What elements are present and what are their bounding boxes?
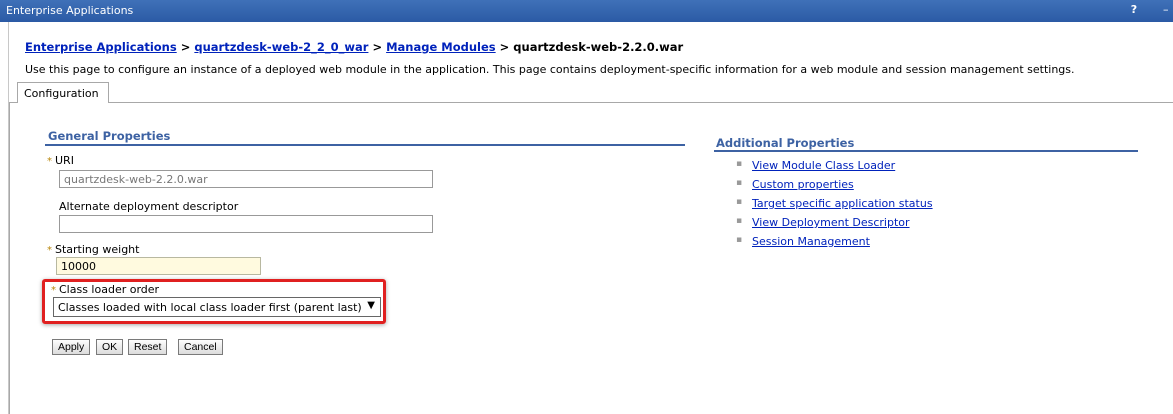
starting-weight-label: Starting weight bbox=[55, 243, 140, 256]
bullet-icon: ▪ bbox=[736, 197, 743, 207]
additional-properties-heading: Additional Properties bbox=[716, 136, 855, 150]
class-loader-selected-value: Classes loaded with local class loader f… bbox=[58, 301, 362, 314]
help-icon[interactable]: ? bbox=[1128, 3, 1140, 17]
window-title: Enterprise Applications bbox=[6, 4, 134, 17]
uri-label-row: * URI bbox=[47, 154, 74, 167]
breadcrumb-application[interactable]: quartzdesk-web-2_2_0_war bbox=[194, 40, 368, 54]
starting-weight-label-row: * Starting weight bbox=[47, 243, 139, 256]
bullet-icon: ▪ bbox=[736, 216, 743, 226]
uri-label: URI bbox=[55, 154, 74, 167]
class-loader-label-row: * Class loader order bbox=[51, 283, 159, 296]
link-view-module-class-loader[interactable]: View Module Class Loader bbox=[752, 159, 895, 172]
uri-field[interactable]: quartzdesk-web-2.2.0.war bbox=[59, 170, 433, 188]
apply-button[interactable]: Apply bbox=[52, 339, 91, 355]
required-icon: * bbox=[47, 156, 52, 167]
breadcrumb-enterprise-applications[interactable]: Enterprise Applications bbox=[25, 40, 177, 54]
tab-configuration[interactable]: Configuration bbox=[17, 82, 109, 103]
link-target-specific-application-status[interactable]: Target specific application status bbox=[752, 197, 933, 210]
breadcrumb-separator: > bbox=[176, 40, 195, 54]
dropdown-arrow-icon: ▼ bbox=[367, 300, 375, 311]
link-custom-properties[interactable]: Custom properties bbox=[752, 178, 854, 191]
bullet-icon: ▪ bbox=[736, 159, 743, 169]
ok-button[interactable]: OK bbox=[96, 339, 124, 355]
bullet-icon: ▪ bbox=[736, 178, 743, 188]
minimize-icon[interactable]: – bbox=[1163, 3, 1173, 17]
additional-properties-rule bbox=[714, 150, 1138, 152]
required-icon: * bbox=[47, 245, 52, 256]
title-bar: Enterprise Applications ? – bbox=[0, 0, 1173, 22]
link-view-deployment-descriptor[interactable]: View Deployment Descriptor bbox=[752, 216, 910, 229]
cancel-button[interactable]: Cancel bbox=[178, 339, 223, 355]
general-properties-rule bbox=[45, 144, 685, 146]
class-loader-select[interactable]: Classes loaded with local class loader f… bbox=[53, 297, 381, 317]
breadcrumb-separator: > bbox=[495, 40, 514, 54]
general-properties-heading: General Properties bbox=[48, 129, 171, 143]
required-icon: * bbox=[51, 285, 56, 296]
link-session-management[interactable]: Session Management bbox=[752, 235, 870, 248]
bullet-icon: ▪ bbox=[736, 235, 743, 245]
breadcrumb-current: quartzdesk-web-2.2.0.war bbox=[513, 40, 684, 54]
reset-button[interactable]: Reset bbox=[128, 339, 168, 355]
page-description: Use this page to configure an instance o… bbox=[25, 63, 1075, 76]
breadcrumb-separator: > bbox=[368, 40, 387, 54]
breadcrumb: Enterprise Applications > quartzdesk-web… bbox=[25, 40, 683, 54]
alternate-dd-field[interactable] bbox=[59, 215, 433, 233]
breadcrumb-manage-modules[interactable]: Manage Modules bbox=[386, 40, 496, 54]
starting-weight-field[interactable]: 10000 bbox=[56, 257, 261, 275]
alternate-dd-label: Alternate deployment descriptor bbox=[59, 200, 239, 213]
class-loader-label: Class loader order bbox=[59, 283, 160, 296]
